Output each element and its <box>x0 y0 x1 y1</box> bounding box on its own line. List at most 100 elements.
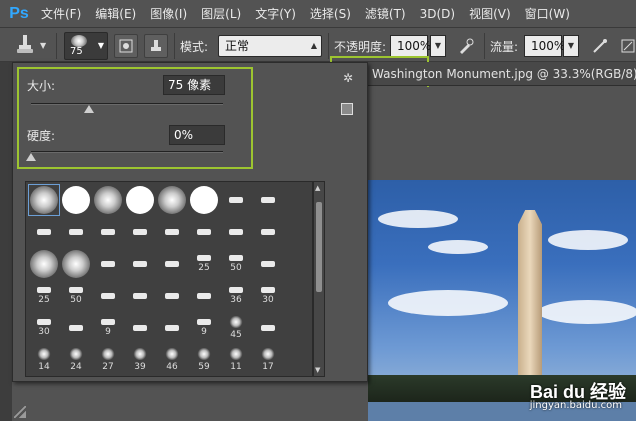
document-image: Bai du 经验 jingyan.baidu.com <box>368 180 636 421</box>
brush-tip-icon <box>30 250 58 278</box>
brush-tool-icon[interactable] <box>14 33 36 57</box>
brush-tip-icon <box>37 287 51 293</box>
scrollbar-thumb[interactable] <box>316 202 322 292</box>
clone-source-button[interactable] <box>144 34 168 58</box>
brush-preset-item[interactable] <box>60 184 92 216</box>
brush-preset-item[interactable]: 39 <box>124 344 156 376</box>
photoshop-logo: Ps <box>9 4 29 22</box>
brush-preset-item[interactable]: 17 <box>252 344 284 376</box>
brush-preset-item[interactable]: 11 <box>220 344 252 376</box>
brush-preset-item[interactable] <box>124 280 156 312</box>
brush-tip-icon <box>261 287 275 293</box>
pressure-opacity-button[interactable] <box>454 34 478 58</box>
brush-preset-item[interactable]: 59 <box>188 344 220 376</box>
brush-tip-icon <box>133 325 147 331</box>
airbrush-button[interactable] <box>588 34 612 58</box>
document-tab[interactable]: Washington Monument.jpg @ 33.3%(RGB/8) <box>368 62 636 86</box>
brush-preset-item[interactable] <box>124 248 156 280</box>
brush-preset-item[interactable]: 36 <box>220 280 252 312</box>
size-input[interactable]: 75 像素 <box>163 75 225 95</box>
hardness-slider[interactable] <box>31 151 223 153</box>
menu-edit[interactable]: 编辑(E) <box>88 0 143 28</box>
brush-preset-item[interactable] <box>188 280 220 312</box>
preset-scrollbar[interactable]: ▲ ▼ <box>313 181 325 377</box>
pressure-size-button[interactable] <box>616 34 636 58</box>
brush-preset-item[interactable] <box>252 184 284 216</box>
brush-preset-item[interactable] <box>220 184 252 216</box>
brush-tip-icon <box>165 229 179 235</box>
brush-preset-item[interactable] <box>156 312 188 344</box>
brush-preset-item[interactable] <box>252 248 284 280</box>
brush-preset-item[interactable] <box>188 216 220 248</box>
brush-preset-item[interactable]: 50 <box>220 248 252 280</box>
menu-window[interactable]: 窗口(W) <box>518 0 577 28</box>
brush-preset-item[interactable] <box>28 248 60 280</box>
hardness-input[interactable]: 0% <box>169 125 225 145</box>
flow-input[interactable]: 100% <box>524 35 565 57</box>
menu-view[interactable]: 视图(V) <box>462 0 518 28</box>
brush-preset-item[interactable] <box>92 184 124 216</box>
brush-preset-item[interactable]: 14 <box>28 344 60 376</box>
menu-select[interactable]: 选择(S) <box>303 0 358 28</box>
resize-grip-icon[interactable] <box>14 406 26 418</box>
brush-preset-item[interactable] <box>156 184 188 216</box>
brush-tip-icon <box>197 255 211 261</box>
size-slider-thumb[interactable] <box>83 105 94 113</box>
brush-preset-item[interactable]: 9 <box>92 312 124 344</box>
menu-type[interactable]: 文字(Y) <box>248 0 303 28</box>
gear-icon[interactable]: ✲ <box>343 71 353 85</box>
brush-size-readout: 75 <box>70 46 83 57</box>
scroll-down-icon[interactable]: ▼ <box>315 366 320 374</box>
brush-preset-item[interactable] <box>92 248 124 280</box>
brush-preset-item[interactable] <box>60 248 92 280</box>
brush-preset-item[interactable] <box>92 216 124 248</box>
brush-preset-item[interactable] <box>156 280 188 312</box>
brush-preset-item[interactable] <box>28 184 60 216</box>
brush-preset-item[interactable]: 45 <box>220 312 252 344</box>
brush-preset-item[interactable]: 24 <box>60 344 92 376</box>
brush-preset-item[interactable] <box>28 216 60 248</box>
brush-preset-item[interactable] <box>124 216 156 248</box>
brush-preset-item[interactable] <box>92 280 124 312</box>
brush-preset-item[interactable] <box>156 216 188 248</box>
opacity-dropdown-button[interactable]: ▼ <box>430 35 446 57</box>
hardness-slider-thumb[interactable] <box>26 153 36 161</box>
new-preset-icon[interactable] <box>341 103 353 115</box>
brush-preset-item[interactable]: 46 <box>156 344 188 376</box>
brush-preset-item[interactable] <box>124 312 156 344</box>
menu-image[interactable]: 图像(I) <box>143 0 194 28</box>
brush-tip-icon <box>37 348 51 360</box>
brush-preset-item[interactable] <box>60 216 92 248</box>
brush-panel-toggle-button[interactable] <box>114 34 138 58</box>
brush-preset-item[interactable] <box>220 216 252 248</box>
brush-preset-item[interactable] <box>252 216 284 248</box>
brush-tip-icon <box>197 229 211 235</box>
opacity-input[interactable]: 100% <box>390 35 431 57</box>
brush-preset-item[interactable] <box>188 184 220 216</box>
brush-preset-item[interactable]: 9 <box>188 312 220 344</box>
brush-preset-item[interactable]: 25 <box>28 280 60 312</box>
tool-preset-dropdown-icon[interactable]: ▼ <box>40 41 46 50</box>
menu-filter[interactable]: 滤镜(T) <box>358 0 413 28</box>
brush-preset-item[interactable]: 25 <box>188 248 220 280</box>
brush-preset-item[interactable]: 30 <box>252 280 284 312</box>
brush-preset-item[interactable]: 27 <box>92 344 124 376</box>
brush-preset-picker[interactable]: 75 ▼ <box>64 32 108 60</box>
brush-preset-item[interactable]: 30 <box>28 312 60 344</box>
brush-preset-item[interactable] <box>124 184 156 216</box>
brush-preset-item[interactable] <box>60 312 92 344</box>
size-slider[interactable] <box>31 103 223 105</box>
toolbar-strip <box>0 62 12 421</box>
brush-preset-item[interactable] <box>252 312 284 344</box>
chevron-down-icon: ▼ <box>97 41 104 50</box>
blend-mode-select[interactable]: 正常 ▲ <box>218 35 322 57</box>
brush-tip-icon <box>133 229 147 235</box>
brush-panel-icon <box>119 39 133 53</box>
menu-layer[interactable]: 图层(L) <box>194 0 248 28</box>
brush-preset-item[interactable]: 50 <box>60 280 92 312</box>
scroll-up-icon[interactable]: ▲ <box>315 184 320 192</box>
flow-dropdown-button[interactable]: ▼ <box>563 35 579 57</box>
menu-file[interactable]: 文件(F) <box>34 0 88 28</box>
menu-3d[interactable]: 3D(D) <box>413 0 462 28</box>
brush-preset-item[interactable] <box>156 248 188 280</box>
